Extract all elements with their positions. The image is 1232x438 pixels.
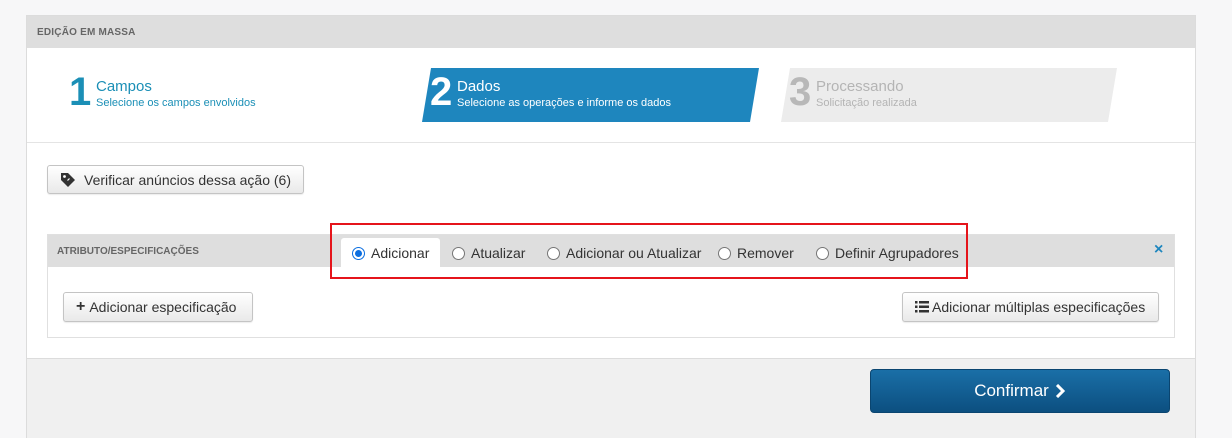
step-processing: 3 Processando Solicitação realizada [789,68,1109,122]
attribute-title: ATRIBUTO/ESPECIFICAÇÕES [57,246,199,257]
confirm-label: Confirmar [974,381,1049,400]
step-title: Processando [816,78,904,95]
tag-icon [61,172,75,187]
add-specification-label: Adicionar especificação [89,299,237,315]
step-title: Campos [96,78,152,95]
add-multiple-specifications-label: Adicionar múltiplas especificações [932,299,1146,315]
add-specification-button[interactable]: + Adicionar especificação [63,292,253,322]
panel-title: EDIÇÃO EM MASSA [37,27,136,38]
step-fields[interactable]: 1 Campos Selecione os campos envolvidos [69,68,369,122]
step-number: 2 [430,70,453,114]
plus-icon: + [76,298,86,315]
step-subtitle: Selecione as operações e informe os dado… [457,97,672,109]
step-subtitle: Selecione os campos envolvidos [96,97,256,109]
step-subtitle: Solicitação realizada [816,97,917,109]
step-number: 1 [69,70,92,114]
verify-listings-label: Verificar anúncios dessa ação (6) [84,171,291,188]
verify-listings-button[interactable]: Verificar anúncios dessa ação (6) [47,165,304,194]
wizard-steps: 1 Campos Selecione os campos envolvidos … [27,48,1195,143]
panel-header: EDIÇÃO EM MASSA [27,16,1195,48]
step-data[interactable]: 2 Dados Selecione as operações e informe… [430,68,750,122]
close-icon[interactable]: × [1154,241,1163,259]
list-icon [915,301,929,313]
confirm-button[interactable]: Confirmar [870,369,1170,413]
add-multiple-specifications-button[interactable]: Adicionar múltiplas especificações [902,292,1159,322]
chevron-right-icon [1055,384,1065,398]
step-number: 3 [789,70,812,114]
step-title: Dados [457,78,501,95]
highlight-box [330,223,968,279]
